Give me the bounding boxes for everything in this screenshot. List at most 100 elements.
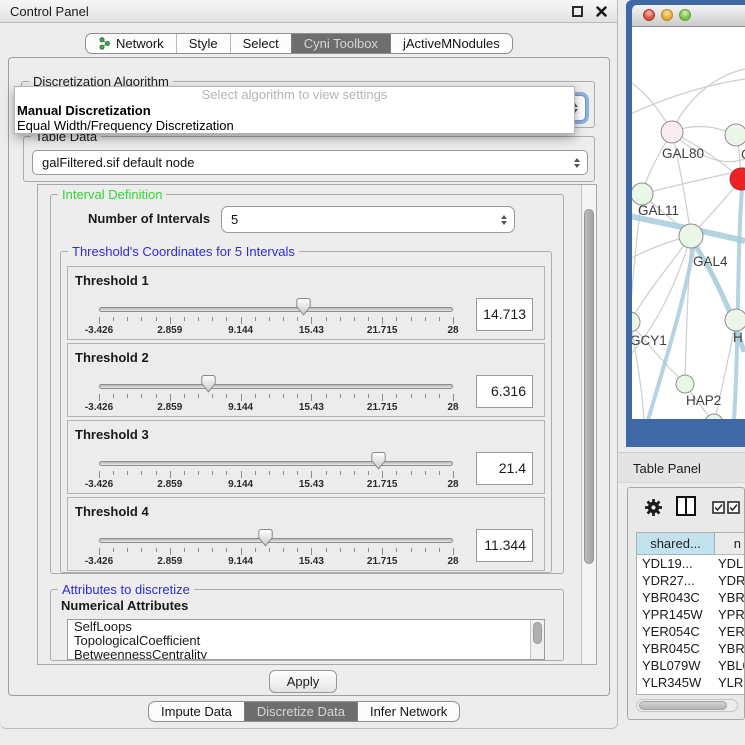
cell-name[interactable]: YER0 bbox=[715, 623, 745, 640]
network-node[interactable] bbox=[725, 309, 745, 331]
cell-name[interactable]: YLR3 bbox=[715, 674, 745, 691]
network-node[interactable] bbox=[632, 312, 640, 332]
apply-button[interactable]: Apply bbox=[269, 670, 337, 693]
threshold-3-value-field[interactable]: 21.4 bbox=[476, 452, 533, 485]
tab-network[interactable]: Network bbox=[86, 34, 176, 53]
dropdown-option-equal-width-frequency[interactable]: Equal Width/Frequency Discretization bbox=[15, 118, 574, 133]
tab-discretize-data[interactable]: Discretize Data bbox=[244, 702, 357, 721]
settings-gear-icon[interactable] bbox=[644, 498, 663, 517]
list-scrollbar[interactable] bbox=[530, 620, 544, 659]
cell-name[interactable]: YPR1 bbox=[715, 606, 745, 623]
network-node[interactable] bbox=[676, 375, 694, 393]
network-node[interactable] bbox=[679, 224, 703, 248]
cell-shared-name[interactable]: YPR145W bbox=[637, 606, 715, 623]
number-of-intervals-combobox[interactable]: 5 bbox=[221, 206, 515, 233]
cell-shared-name[interactable]: YDL19... bbox=[637, 555, 715, 572]
attribute-list-item[interactable]: BetweennessCentrality bbox=[68, 648, 544, 660]
tab-cyni-toolbox[interactable]: Cyni Toolbox bbox=[291, 34, 390, 53]
attribute-list-item[interactable]: TopologicalCoefficient bbox=[68, 634, 544, 648]
cell-shared-name[interactable]: YBR045C bbox=[637, 640, 715, 657]
settings-scrollbar-thumb[interactable] bbox=[584, 209, 594, 564]
table-row[interactable]: YDL19...YDL1 bbox=[637, 555, 745, 572]
cell-name[interactable]: YIL0 bbox=[715, 691, 745, 695]
threshold-1-slider-track[interactable] bbox=[99, 307, 453, 312]
split-panel-icon[interactable] bbox=[676, 496, 696, 516]
cell-shared-name[interactable]: YDR27... bbox=[637, 572, 715, 589]
cell-name[interactable]: YBR0 bbox=[715, 589, 745, 606]
zoom-traffic-light-icon[interactable] bbox=[679, 9, 691, 21]
close-icon[interactable] bbox=[596, 6, 607, 17]
slider-tick bbox=[184, 471, 185, 475]
cell-shared-name[interactable]: YIL052C bbox=[637, 691, 715, 695]
cell-shared-name[interactable]: YLR345W bbox=[637, 674, 715, 691]
slider-tick bbox=[170, 471, 171, 478]
slider-tick bbox=[255, 471, 256, 475]
minimize-traffic-light-icon[interactable] bbox=[661, 9, 673, 21]
slider-tick bbox=[170, 394, 171, 401]
slider-tick-label: 2.859 bbox=[157, 325, 182, 336]
table-row[interactable]: YBL079WYBL0 bbox=[637, 657, 745, 674]
table-row[interactable]: YDR27...YDR2 bbox=[637, 572, 745, 589]
float-window-icon[interactable] bbox=[572, 6, 583, 17]
cell-shared-name[interactable]: YER054C bbox=[637, 623, 715, 640]
slider-tick bbox=[198, 471, 199, 475]
network-node[interactable] bbox=[725, 124, 745, 146]
attribute-list-item[interactable]: SelfLoops bbox=[68, 620, 544, 634]
dropdown-option-manual-discretization[interactable]: Manual Discretization bbox=[15, 103, 574, 118]
network-canvas[interactable]: GAL80GACGAL11GAL4GCY1HHAP2 bbox=[632, 27, 745, 419]
slider-tick bbox=[411, 471, 412, 475]
table-row[interactable]: YBR043CYBR0 bbox=[637, 589, 745, 606]
node-attribute-table[interactable]: shared... n YDL19...YDL1YDR27...YDR2YBR0… bbox=[636, 532, 745, 695]
tab-select-label: Select bbox=[243, 36, 279, 51]
tab-jactivemnodules[interactable]: jActiveMNodules bbox=[390, 34, 512, 53]
slider-tick bbox=[184, 317, 185, 321]
table-row[interactable]: YLR345WYLR3 bbox=[637, 674, 745, 691]
slider-tick bbox=[99, 317, 100, 324]
cell-name[interactable]: YDR2 bbox=[715, 572, 745, 589]
network-node[interactable] bbox=[632, 183, 653, 205]
slider-tick bbox=[241, 394, 242, 401]
threshold-1-value-field[interactable]: 14.713 bbox=[476, 298, 533, 331]
cell-name[interactable]: YDL1 bbox=[715, 555, 745, 572]
tab-select[interactable]: Select bbox=[230, 34, 291, 53]
tab-style[interactable]: Style bbox=[176, 34, 230, 53]
threshold-2-slider-handle[interactable] bbox=[201, 374, 216, 393]
table-scrollbar-thumb[interactable] bbox=[639, 701, 727, 710]
select-all-columns-icon[interactable] bbox=[727, 501, 740, 514]
slider-tick bbox=[127, 471, 128, 475]
threshold-3-slider-track[interactable] bbox=[99, 461, 453, 466]
table-row[interactable]: YIL052CYIL0 bbox=[637, 691, 745, 695]
threshold-2-value-field[interactable]: 6.316 bbox=[476, 375, 533, 408]
list-scrollbar-thumb[interactable] bbox=[533, 622, 542, 644]
table-row[interactable]: YBR045CYBR0 bbox=[637, 640, 745, 657]
attributes-to-discretize-group: Attributes to discretize Numerical Attri… bbox=[50, 589, 564, 661]
threshold-1-slider-handle[interactable] bbox=[296, 297, 311, 316]
cell-shared-name[interactable]: YBL079W bbox=[637, 657, 715, 674]
select-columns-icon[interactable] bbox=[712, 501, 725, 514]
table-horizontal-scrollbar[interactable] bbox=[636, 699, 738, 712]
number-of-intervals-label: Number of Intervals bbox=[88, 211, 210, 226]
table-data-combobox[interactable]: galFiltered.sif default node bbox=[32, 150, 588, 175]
column-header-name[interactable]: n bbox=[715, 533, 745, 555]
table-row[interactable]: YER054CYER0 bbox=[637, 623, 745, 640]
tab-infer-network[interactable]: Infer Network bbox=[357, 702, 459, 721]
threshold-4-value-field[interactable]: 11.344 bbox=[476, 529, 533, 562]
threshold-2-slider-track[interactable] bbox=[99, 384, 453, 389]
cell-shared-name[interactable]: YBR043C bbox=[637, 589, 715, 606]
numerical-attributes-list[interactable]: SelfLoopsTopologicalCoefficientBetweenne… bbox=[67, 619, 545, 660]
threshold-4-slider-track[interactable] bbox=[99, 538, 453, 543]
table-row[interactable]: YPR145WYPR1 bbox=[637, 606, 745, 623]
slider-tick bbox=[241, 548, 242, 555]
close-traffic-light-icon[interactable] bbox=[643, 9, 655, 21]
slider-tick bbox=[170, 548, 171, 555]
column-header-shared-name[interactable]: shared... bbox=[637, 533, 715, 555]
cell-name[interactable]: YBR0 bbox=[715, 640, 745, 657]
network-node[interactable] bbox=[661, 121, 683, 143]
cell-name[interactable]: YBL0 bbox=[715, 657, 745, 674]
slider-tick bbox=[283, 394, 284, 398]
threshold-coordinates-group: Threshold's Coordinates for 5 Intervals … bbox=[60, 251, 552, 573]
tab-impute-data[interactable]: Impute Data bbox=[149, 702, 244, 721]
settings-vertical-scrollbar[interactable] bbox=[581, 185, 596, 664]
threshold-4-slider-handle[interactable] bbox=[258, 528, 273, 547]
threshold-3-slider-handle[interactable] bbox=[371, 451, 386, 470]
